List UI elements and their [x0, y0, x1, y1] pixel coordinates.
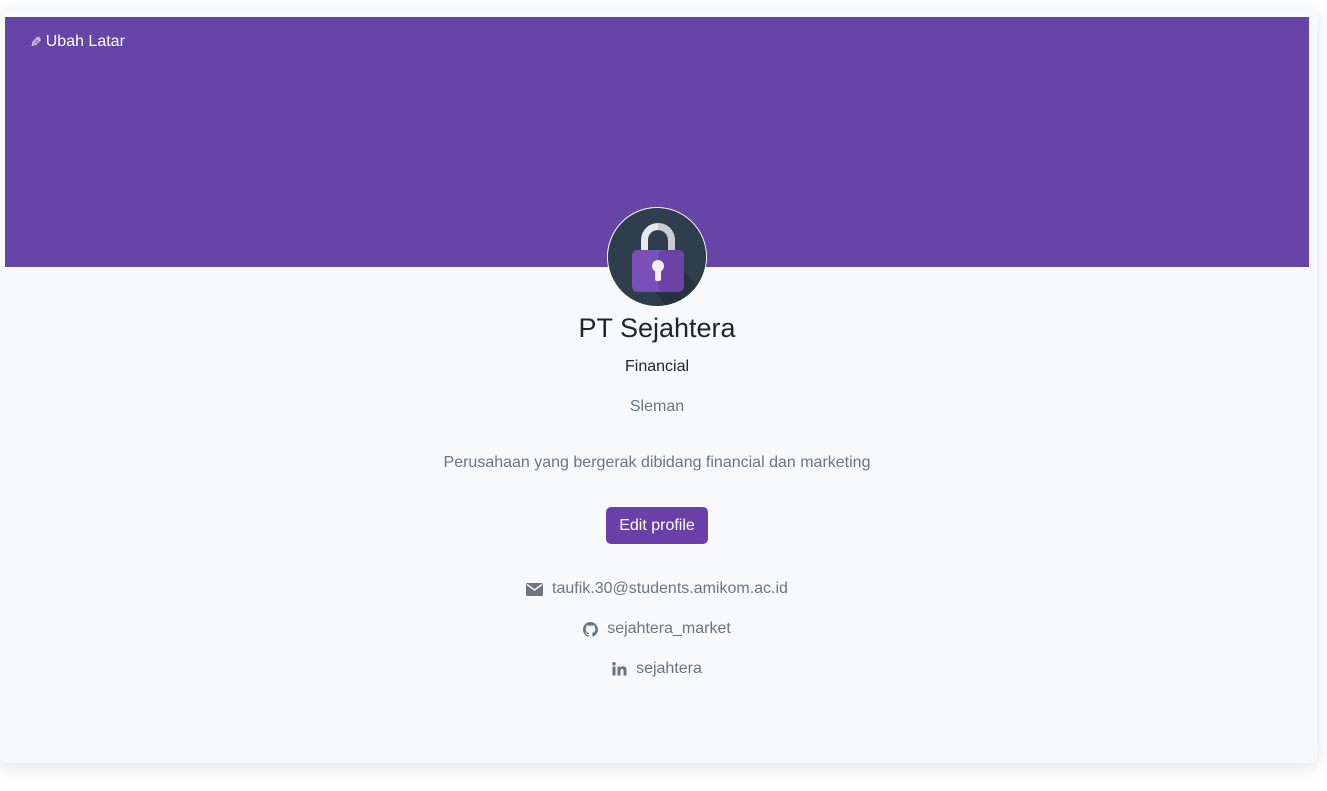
edit-profile-wrapper: Edit profile	[0, 507, 1314, 544]
github-icon	[583, 621, 599, 637]
avatar	[607, 207, 707, 307]
edit-profile-button[interactable]: Edit profile	[606, 507, 708, 544]
padlock-icon	[608, 208, 706, 306]
contact-linkedin-row: sejahtera	[0, 660, 1314, 678]
envelope-icon	[526, 582, 544, 596]
profile-card: ✎ Ubah Latar	[0, 10, 1317, 763]
profile-name: PT Sejahtera	[578, 313, 736, 343]
pencil-icon: ✎	[30, 33, 42, 50]
contact-linkedin[interactable]: sejahtera	[636, 660, 702, 678]
profile-location: Sleman	[629, 398, 685, 415]
change-background-label: Ubah Latar	[45, 33, 125, 50]
profile-description: Perusahaan yang bergerak dibidang financ…	[443, 454, 871, 471]
contact-email-row: taufik.30@students.amikom.ac.id	[0, 580, 1314, 598]
contact-github[interactable]: sejahtera_market	[607, 620, 731, 638]
contact-email[interactable]: taufik.30@students.amikom.ac.id	[552, 580, 788, 598]
linkedin-icon	[612, 662, 627, 676]
change-background-button[interactable]: ✎ Ubah Latar	[30, 33, 125, 51]
profile-category: Financial	[624, 358, 690, 375]
contact-github-row: sejahtera_market	[0, 620, 1314, 638]
